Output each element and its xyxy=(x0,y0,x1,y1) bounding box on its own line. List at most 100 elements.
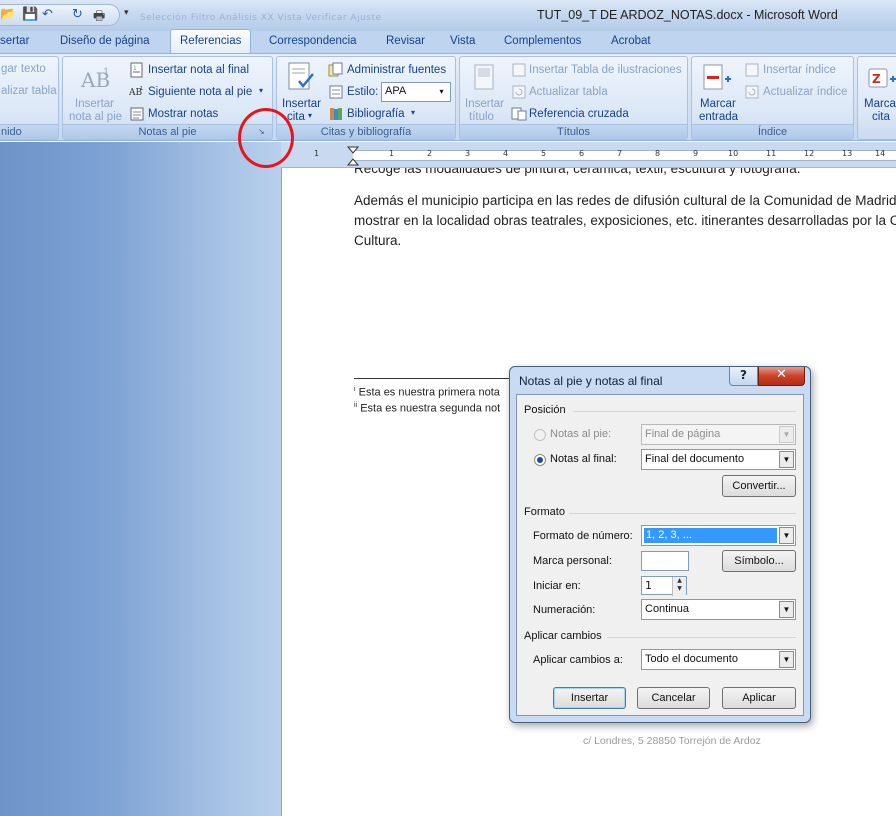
referencia-cruzada-button[interactable]: Referencia cruzada xyxy=(529,108,629,120)
ruler-number: 6 xyxy=(579,149,585,158)
group-indice: Marcar entrada Insertar índice Actualiza… xyxy=(691,56,854,140)
administrar-fuentes-button[interactable]: Administrar fuentes xyxy=(347,64,446,76)
tab-revisar[interactable]: Revisar xyxy=(386,35,425,47)
insertar-cita-dropdown-icon[interactable]: ▾ xyxy=(308,111,312,120)
chevron-down-icon: ▼ xyxy=(779,527,794,544)
cancelar-button[interactable]: Cancelar xyxy=(637,687,710,709)
indent-marker-icon[interactable] xyxy=(347,146,359,166)
group-tabla-autoridades: Z Marca cita xyxy=(857,56,896,140)
document-background xyxy=(0,142,281,816)
tab-diseno-pagina[interactable]: Diseño de página xyxy=(60,35,150,47)
insertar-nota-final-button[interactable]: Insertar nota al final xyxy=(148,64,249,76)
marcar-entrada-label-2[interactable]: entrada xyxy=(699,111,738,123)
numeracion-label: Numeración: xyxy=(533,604,596,616)
marcar-entrada-label-1[interactable]: Marcar xyxy=(700,98,736,110)
marca-personal-input[interactable] xyxy=(641,551,689,571)
tab-correspondencia[interactable]: Correspondencia xyxy=(269,35,357,47)
actualizar-tabla-contenido-button[interactable]: alizar tabla xyxy=(1,85,57,97)
formato-numero-combo[interactable]: 1, 2, 3, ... ▼ xyxy=(641,525,796,546)
notas-final-value: Final del documento xyxy=(645,453,745,465)
ruler-number: 9 xyxy=(693,149,699,158)
notas-pie-value: Final de página xyxy=(645,428,721,440)
footer-address: c/ Londres, 5 28850 Torrejón de Ardoz xyxy=(583,735,761,747)
print-icon[interactable]: 🖶 xyxy=(93,7,105,29)
ruler-number: 3 xyxy=(465,149,471,158)
aplicar-cambios-combo[interactable]: Todo el documento ▼ xyxy=(641,649,796,670)
insertar-indice-button[interactable]: Insertar índice xyxy=(763,64,836,76)
bibliografia-dropdown-icon[interactable]: ▾ xyxy=(411,108,415,117)
update-table-icon xyxy=(512,85,526,99)
tab-acrobat[interactable]: Acrobat xyxy=(611,35,651,47)
redo-icon[interactable]: ↻ xyxy=(72,7,83,22)
ruler-number: 14 xyxy=(875,149,886,158)
aplicar-button[interactable]: Aplicar xyxy=(722,687,796,709)
tab-vista[interactable]: Vista xyxy=(450,35,475,47)
undo-icon[interactable]: ↶ xyxy=(42,7,53,22)
mostrar-notas-button[interactable]: Mostrar notas xyxy=(148,108,218,120)
window-title: TUT_09_T DE ARDOZ_NOTAS.docx - Microsoft… xyxy=(537,8,838,22)
notas-pie-combo[interactable]: Final de página ▼ xyxy=(641,424,796,445)
mark-citation-icon: Z xyxy=(868,68,896,88)
dialog-title: Notas al pie y notas al final xyxy=(519,374,663,388)
numeracion-combo[interactable]: Continua ▼ xyxy=(641,599,796,620)
insert-index-icon xyxy=(745,63,759,77)
tab-referencias[interactable]: Referencias xyxy=(170,29,252,53)
ruler-number: 5 xyxy=(541,149,547,158)
group-tabla-contenido: gar texto alizar tabla nido xyxy=(0,56,59,140)
footnote-1-text: Esta es nuestra primera nota xyxy=(358,386,500,399)
actualizar-indice-button[interactable]: Actualizar índice xyxy=(763,86,847,98)
siguiente-nota-pie-button[interactable]: Siguiente nota al pie xyxy=(148,86,252,98)
ruler-number: 13 xyxy=(842,149,853,158)
marca-personal-label: Marca personal: xyxy=(533,555,612,567)
insert-endnote-icon: 1 xyxy=(130,62,143,78)
manage-sources-icon xyxy=(328,62,343,77)
chevron-down-icon: ▼ xyxy=(779,426,794,443)
siguiente-nota-dropdown-icon[interactable]: ▾ xyxy=(259,86,263,95)
insertar-button[interactable]: Insertar xyxy=(553,687,626,709)
save-icon[interactable]: 💾 xyxy=(22,7,38,22)
spin-arrows-icon[interactable]: ▲ ▼ xyxy=(672,577,686,596)
horizontal-ruler[interactable]: 1 1 2 3 4 5 6 7 8 9 10 11 12 13 14 xyxy=(281,142,896,168)
aplicar-cambios-value: Todo el documento xyxy=(645,653,738,665)
insertar-titulo-label-1[interactable]: Insertar xyxy=(465,98,504,110)
insert-footnote-icon: AB 1 xyxy=(80,67,110,92)
formato-numero-value: 1, 2, 3, ... xyxy=(644,528,777,543)
chevron-down-icon: ▾ xyxy=(439,87,444,96)
simbolo-button[interactable]: Símbolo... xyxy=(722,550,796,572)
formato-numero-label: Formato de número: xyxy=(533,530,633,542)
close-button[interactable]: ✕ xyxy=(758,367,805,386)
tab-complementos[interactable]: Complementos xyxy=(504,35,581,47)
group-label-tabla-contenido: nido xyxy=(0,124,58,139)
iniciar-en-spinner[interactable]: 1 ▲ ▼ xyxy=(641,576,687,596)
insertar-cita-label-1[interactable]: Insertar xyxy=(282,98,321,110)
estilo-value: APA xyxy=(385,85,407,97)
svg-text:Z: Z xyxy=(872,72,881,86)
radio-notas-final[interactable] xyxy=(534,454,546,466)
tab-insertar[interactable]: sertar xyxy=(0,35,29,47)
footnote-2-mark: ii xyxy=(354,402,358,409)
insertar-nota-pie-label-1[interactable]: Insertar xyxy=(75,98,114,110)
agregar-texto-button[interactable]: gar texto xyxy=(1,63,46,75)
insertar-titulo-label-2[interactable]: título xyxy=(469,111,494,123)
customize-qat-dropdown-icon[interactable]: ▾ xyxy=(124,8,129,18)
cross-reference-icon xyxy=(511,107,527,121)
bibliography-icon xyxy=(330,108,342,120)
footnote-1-mark: i xyxy=(354,386,356,393)
bibliografia-button[interactable]: Bibliografía xyxy=(347,108,405,120)
help-button[interactable]: ? xyxy=(729,367,758,386)
actualizar-tabla-button[interactable]: Actualizar tabla xyxy=(529,86,608,98)
ruler-number: 1 xyxy=(389,149,395,158)
ruler-number: 7 xyxy=(617,149,623,158)
mark-entry-icon xyxy=(703,64,731,90)
insertar-nota-pie-label-2[interactable]: nota al pie xyxy=(69,111,122,123)
marcar-cita-label-1[interactable]: Marca xyxy=(864,98,896,110)
convertir-button[interactable]: Convertir... xyxy=(722,475,796,497)
radio-notas-pie[interactable] xyxy=(534,429,546,441)
insertar-tabla-ilustraciones-button[interactable]: Insertar Tabla de ilustraciones xyxy=(529,64,682,76)
ribbon: gar texto alizar tabla nido AB 1 Inserta… xyxy=(0,53,896,141)
marcar-cita-label-2[interactable]: cita xyxy=(872,111,890,123)
ruler-number: 8 xyxy=(655,149,661,158)
estilo-combo[interactable]: APA ▾ xyxy=(381,82,451,102)
notas-final-combo[interactable]: Final del documento ▼ xyxy=(641,449,796,470)
open-folder-icon[interactable]: 📂 xyxy=(0,7,16,22)
